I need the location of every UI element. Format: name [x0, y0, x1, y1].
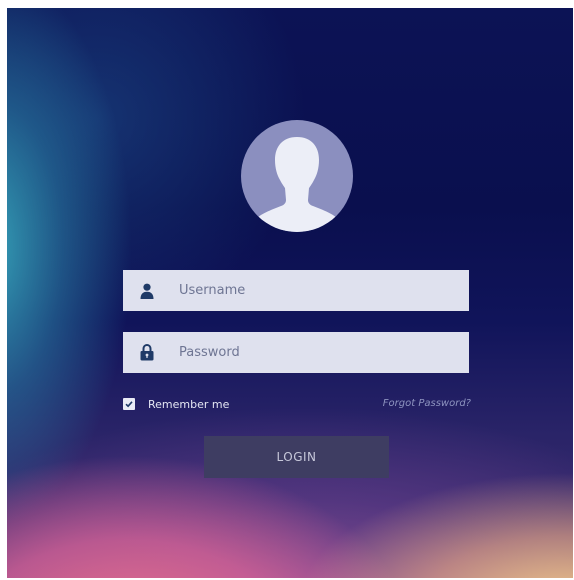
- login-button[interactable]: LOGIN: [204, 436, 389, 478]
- username-input[interactable]: [179, 270, 459, 311]
- lock-icon: [123, 332, 171, 373]
- user-icon: [123, 270, 171, 311]
- remember-me-checkbox[interactable]: [123, 398, 135, 410]
- remember-me-label: Remember me: [148, 397, 230, 411]
- password-input[interactable]: [179, 332, 459, 373]
- forgot-password-link[interactable]: Forgot Password?: [383, 397, 471, 411]
- user-silhouette-icon: [255, 137, 339, 232]
- username-field: [123, 270, 469, 311]
- remember-me: Remember me: [123, 397, 229, 411]
- avatar: [241, 120, 353, 232]
- password-field: [123, 332, 469, 373]
- login-screen: Remember me Forgot Password? LOGIN: [7, 8, 573, 578]
- checkmark-icon: [125, 401, 133, 408]
